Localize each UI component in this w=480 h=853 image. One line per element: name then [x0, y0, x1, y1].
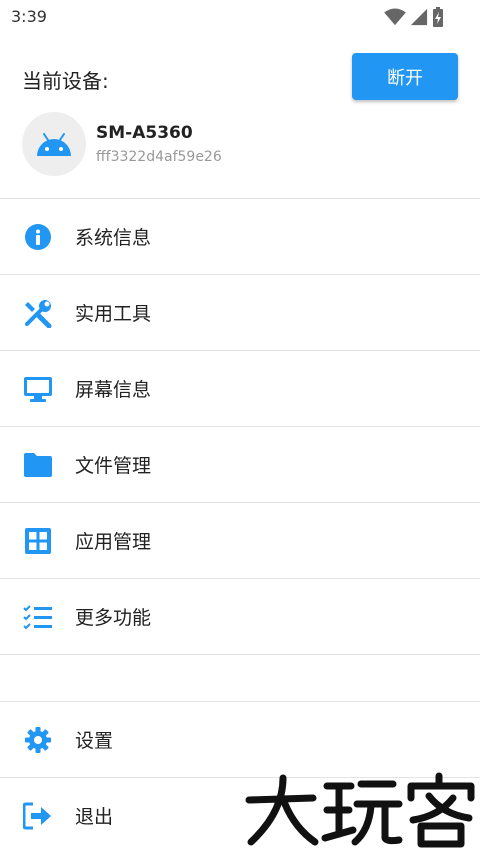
menu-item-label: 系统信息 [75, 227, 152, 249]
menu-item-label: 设置 [75, 730, 114, 752]
tools-icon [23, 298, 53, 328]
wifi-icon [384, 8, 406, 26]
current-device-label: 当前设备: [22, 69, 109, 93]
device-name: SM-A5360 [96, 123, 193, 143]
battery-icon [433, 7, 443, 27]
device-section: 当前设备: 断开 SM-A5360 fff3322d4af59e26 [0, 34, 480, 198]
signal-icon [410, 8, 428, 26]
status-icons [384, 7, 444, 27]
exit-icon [23, 801, 53, 831]
menu-item-label: 应用管理 [75, 531, 152, 553]
apps-grid-icon [23, 526, 53, 556]
menu-item-screen-info[interactable]: 屏幕信息 [0, 350, 480, 426]
disconnect-button[interactable]: 断开 [352, 53, 458, 100]
menu-item-label: 文件管理 [75, 455, 152, 477]
info-icon [23, 222, 53, 252]
menu-item-label: 更多功能 [75, 607, 152, 629]
menu-item-label: 屏幕信息 [75, 379, 152, 401]
menu-item-label: 实用工具 [75, 303, 152, 325]
avatar [22, 112, 86, 176]
menu-item-settings[interactable]: 设置 [0, 701, 480, 777]
monitor-icon [23, 374, 53, 404]
gear-icon [23, 725, 53, 755]
menu-item-app-manager[interactable]: 应用管理 [0, 502, 480, 578]
main-menu: 系统信息 实用工具 屏幕信息 文件管理 应用管理 更多功能 设置 退出 [0, 198, 480, 853]
menu-item-tools[interactable]: 实用工具 [0, 274, 480, 350]
menu-spacer [0, 654, 480, 701]
folder-icon [23, 450, 53, 480]
menu-item-more-features[interactable]: 更多功能 [0, 578, 480, 654]
menu-item-file-manager[interactable]: 文件管理 [0, 426, 480, 502]
android-icon [37, 133, 71, 156]
status-bar: 3:39 [0, 0, 480, 34]
status-time: 3:39 [11, 7, 47, 26]
checklist-icon [23, 602, 53, 632]
menu-item-system-info[interactable]: 系统信息 [0, 198, 480, 274]
watermark-logo [242, 770, 480, 850]
menu-item-label: 退出 [75, 806, 114, 828]
device-serial: fff3322d4af59e26 [96, 149, 222, 165]
